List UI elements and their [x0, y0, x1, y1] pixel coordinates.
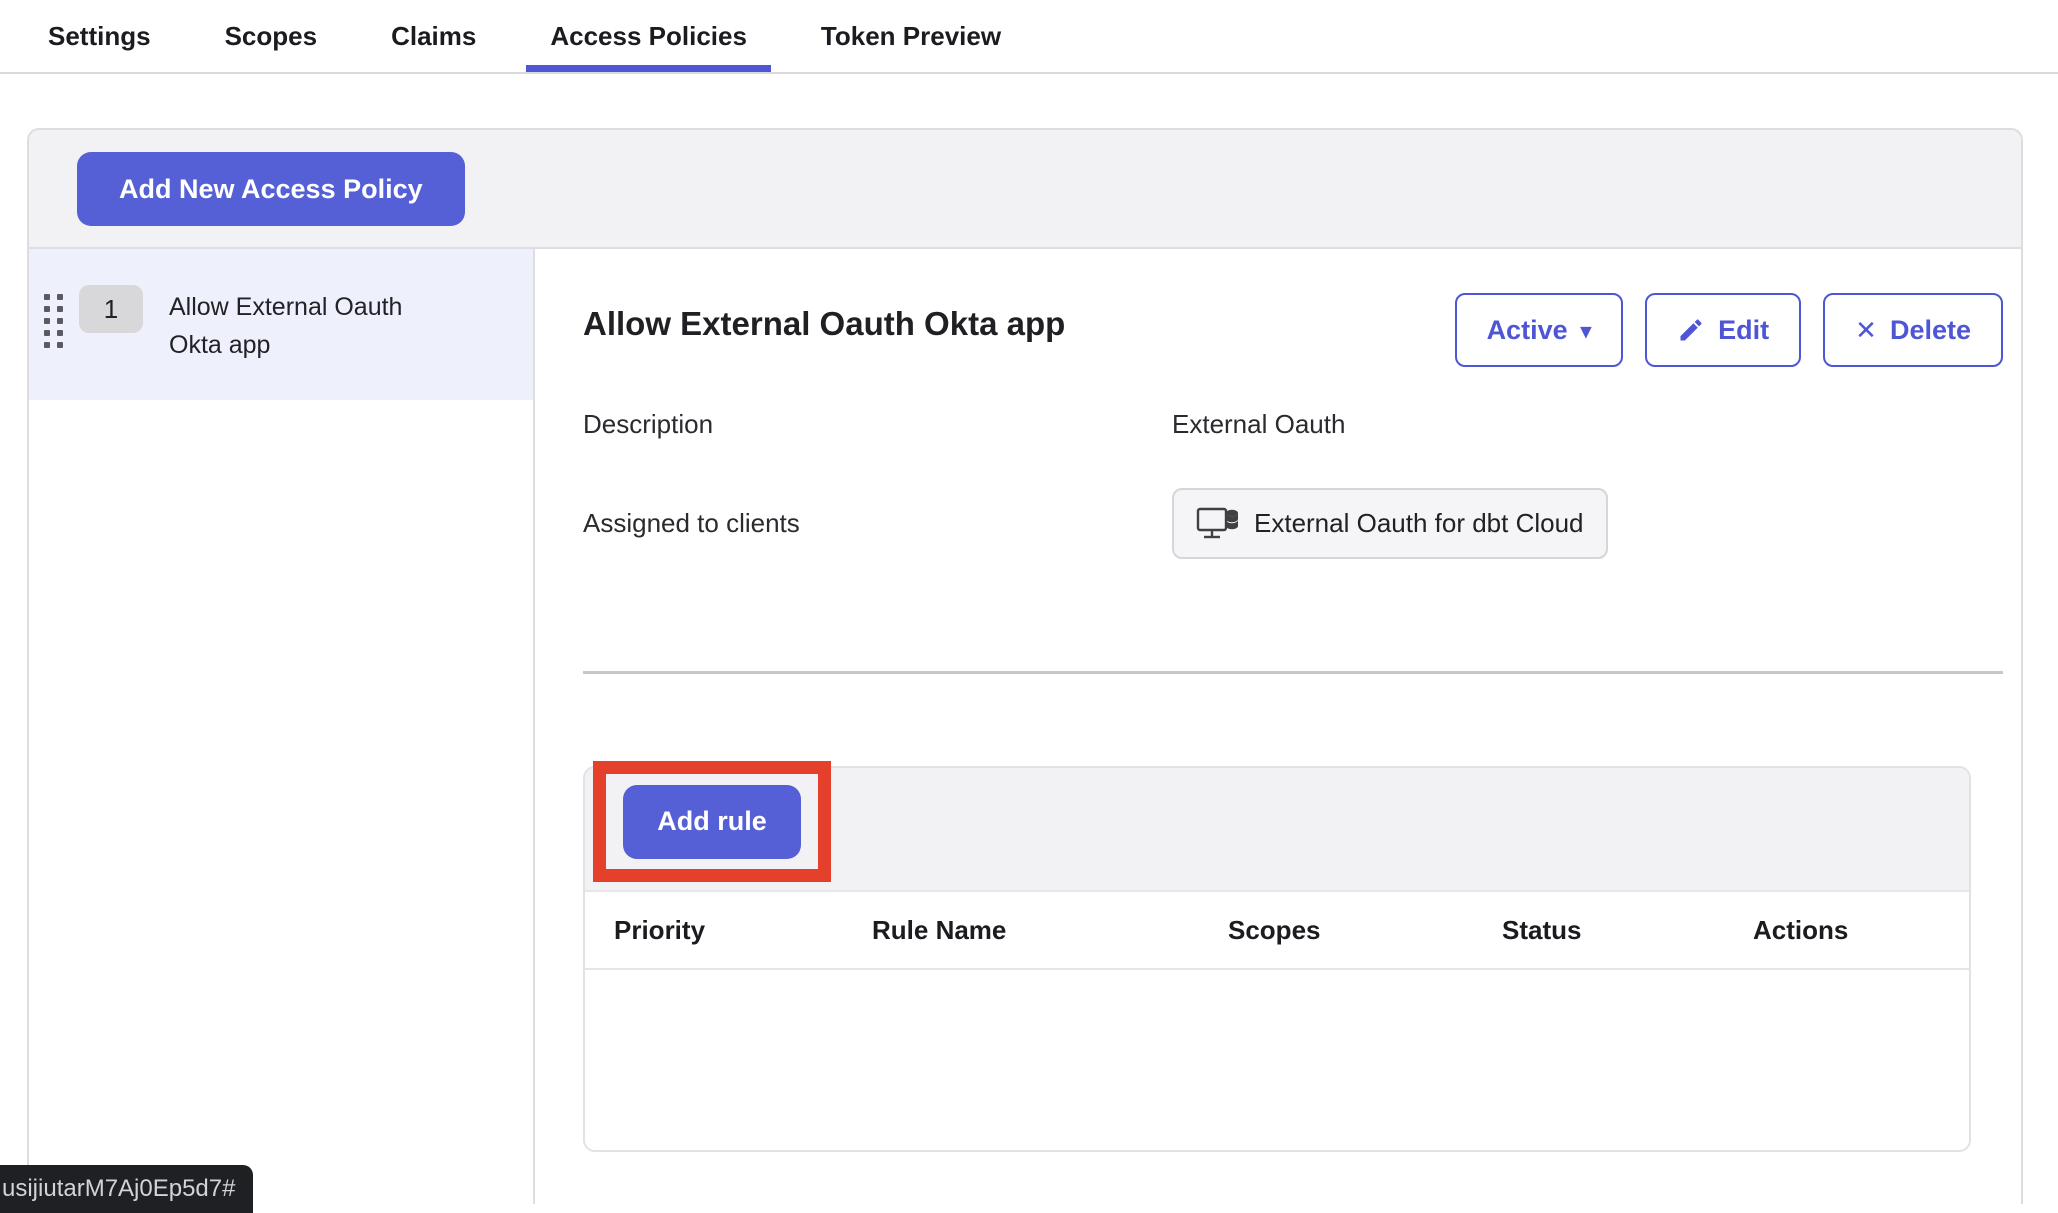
policy-name-label: Allow External Oauth Okta app: [169, 285, 441, 364]
tab-access-policies[interactable]: Access Policies: [526, 0, 771, 72]
policy-detail-pane: Allow External Oauth Okta app Active ▾ E…: [535, 249, 2021, 1204]
rules-toolbar: Add rule: [585, 768, 1969, 892]
rules-table-empty-body: [585, 970, 1969, 1150]
edit-button[interactable]: Edit: [1645, 293, 1801, 367]
tab-token-preview[interactable]: Token Preview: [797, 0, 1025, 72]
status-label: Active: [1487, 315, 1568, 346]
browser-status-url-tooltip: usijiutarM7Aj0Ep5d7#: [0, 1165, 253, 1213]
drag-handle-icon[interactable]: [43, 293, 65, 351]
policy-actions: Active ▾ Edit ✕ Delete: [1455, 293, 2003, 367]
description-label: Description: [583, 409, 1172, 440]
column-header-scopes: Scopes: [1228, 915, 1502, 946]
rules-table-header-row: Priority Rule Name Scopes Status Actions: [585, 892, 1969, 970]
add-new-access-policy-button[interactable]: Add New Access Policy: [77, 152, 465, 226]
column-header-rule-name: Rule Name: [872, 915, 1228, 946]
chevron-down-icon: ▾: [1581, 319, 1592, 344]
description-value: External Oauth: [1172, 409, 2003, 440]
auth-server-tabbar: Settings Scopes Claims Access Policies T…: [0, 0, 2058, 74]
column-header-actions: Actions: [1753, 915, 1969, 946]
rules-table-card: Add rule Priority Rule Name Scopes Statu…: [583, 766, 1971, 1152]
access-policies-panel: Add New Access Policy 1: [27, 128, 2023, 1204]
assigned-client-chip[interactable]: External Oauth for dbt Cloud: [1172, 488, 1608, 559]
status-url-text: usijiutarM7Aj0Ep5d7#: [2, 1175, 235, 1203]
client-computer-icon: [1196, 506, 1240, 542]
column-header-priority: Priority: [614, 915, 872, 946]
policies-toolbar: Add New Access Policy: [29, 130, 2021, 249]
policy-list: 1 Allow External Oauth Okta app: [29, 249, 535, 1204]
pencil-icon: [1677, 316, 1705, 344]
assigned-clients-label: Assigned to clients: [583, 508, 1172, 539]
tab-scopes[interactable]: Scopes: [201, 0, 342, 72]
policy-list-item[interactable]: 1 Allow External Oauth Okta app: [29, 249, 533, 400]
edit-label: Edit: [1718, 315, 1769, 346]
policy-title: Allow External Oauth Okta app: [583, 293, 1065, 343]
tab-settings[interactable]: Settings: [24, 0, 175, 72]
policy-priority-badge: 1: [79, 285, 143, 333]
close-icon: ✕: [1855, 315, 1877, 346]
delete-label: Delete: [1890, 315, 1971, 346]
status-dropdown-button[interactable]: Active ▾: [1455, 293, 1624, 367]
assigned-client-name: External Oauth for dbt Cloud: [1254, 508, 1584, 539]
column-header-status: Status: [1502, 915, 1753, 946]
annotation-highlight-box: Add rule: [593, 761, 831, 882]
delete-button[interactable]: ✕ Delete: [1823, 293, 2003, 367]
section-divider: [583, 671, 2003, 674]
tab-claims[interactable]: Claims: [367, 0, 500, 72]
add-rule-button[interactable]: Add rule: [623, 785, 801, 859]
